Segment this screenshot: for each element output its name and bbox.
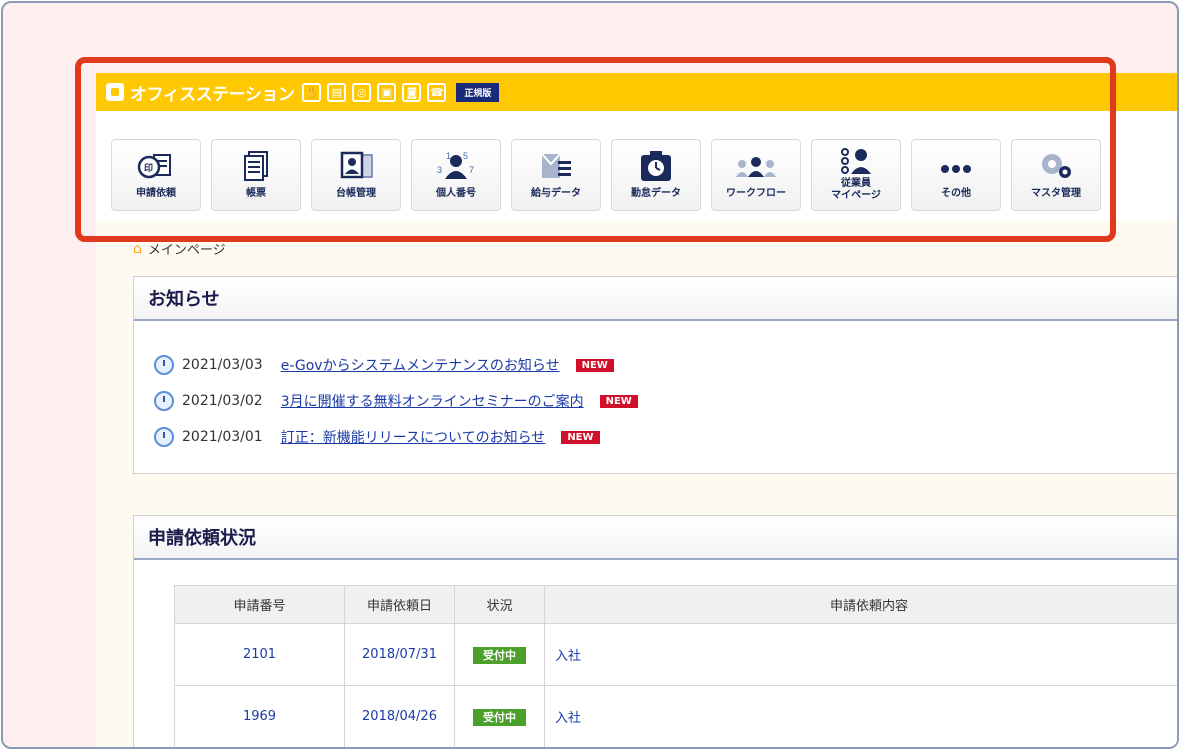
news-link[interactable]: 訂正：新機能リリースについてのお知らせ	[281, 427, 546, 447]
ledger-card-icon	[334, 148, 378, 186]
documents-icon	[234, 148, 278, 186]
news-date: 2021/03/02	[182, 393, 263, 409]
toolbar-button-label: 申請依頼	[136, 188, 176, 199]
toolbar-button-label: 個人番号	[436, 188, 476, 199]
request-date: 2018/04/26	[344, 685, 455, 747]
toolbar-button-label: 帳票	[246, 188, 266, 199]
column-header: 申請番号	[174, 585, 345, 624]
toolbar-button-label: その他	[941, 188, 971, 199]
calendar-icon[interactable]: ▤	[327, 82, 347, 102]
new-badge: NEW	[599, 394, 638, 408]
news-title: お知らせ	[134, 277, 1177, 321]
toolbar-button-payroll-data[interactable]: 給与データ	[511, 139, 601, 211]
version-badge: 正規版	[456, 82, 500, 102]
request-content: 入社	[544, 623, 1177, 686]
table-row[interactable]: 1969 2018/04/26 受付中 入社	[174, 685, 1177, 747]
payroll-mail-icon	[534, 148, 578, 186]
requests-panel: 申請依頼状況 申請番号 申請依頼日 状況 申請依頼内容 2101 2018/07…	[133, 515, 1177, 747]
toolbar-button-label: 給与データ	[531, 188, 581, 199]
clock-icon	[154, 427, 174, 447]
id-card-icon[interactable]: ◙	[402, 82, 422, 102]
svg-text:7: 7	[469, 165, 474, 175]
attendance-clock-icon	[634, 148, 678, 186]
toolbar-button-personal-number[interactable]: 1 5 3 7 個人番号	[411, 139, 501, 211]
request-number[interactable]: 1969	[174, 685, 345, 747]
table-row[interactable]: 2101 2018/07/31 受付中 入社	[174, 623, 1177, 686]
app-title: オフィスステーション	[130, 84, 295, 105]
status-cell: 受付中	[454, 623, 545, 686]
news-panel: お知らせ 2021/03/03 e-Govからシステムメンテナンスのお知らせ N…	[133, 276, 1177, 474]
gears-icon	[1034, 148, 1078, 186]
person-number-icon: 1 5 3 7	[434, 148, 478, 186]
document-stamp-icon[interactable]: ▣	[377, 82, 397, 102]
toolbar-button-forms[interactable]: 帳票	[211, 139, 301, 211]
workflow-people-icon	[734, 148, 778, 186]
new-badge: NEW	[575, 358, 614, 372]
toolbar-button-others[interactable]: その他	[911, 139, 1001, 211]
toolbar-button-workflow[interactable]: ワークフロー	[711, 139, 801, 211]
toolbar-button-label: 台帳管理	[336, 188, 376, 199]
phone-icon[interactable]: ☎	[427, 82, 447, 102]
employee-mypage-icon	[834, 146, 878, 176]
toolbar-button-master-settings[interactable]: マスタ管理	[1011, 139, 1101, 211]
status-badge: 受付中	[473, 708, 526, 726]
news-date: 2021/03/03	[182, 357, 263, 373]
request-content: 入社	[544, 685, 1177, 747]
column-header: 申請依頼日	[344, 585, 455, 624]
top-bar: オフィスステーション ✋ ▤ ◎ ▣ ◙ ☎ 正規版	[96, 73, 1177, 111]
news-item: 2021/03/02 3月に開催する無料オンラインセミナーのご案内 NEW	[154, 383, 1177, 419]
hand-icon[interactable]: ✋	[302, 82, 322, 102]
requests-title: 申請依頼状況	[134, 516, 1177, 560]
request-number[interactable]: 2101	[174, 623, 345, 686]
main-toolbar: 印 申請依頼 帳票 台帳管理 1 5 3 7 個人番号 給与データ 勤怠データ …	[96, 111, 1177, 221]
toolbar-button-label: 従業員 マイページ	[831, 178, 881, 201]
clock-icon	[154, 391, 174, 411]
svg-text:印: 印	[144, 162, 153, 173]
svg-text:5: 5	[463, 151, 468, 161]
news-list: 2021/03/03 e-Govからシステムメンテナンスのお知らせ NEW 20…	[134, 321, 1177, 455]
home-icon[interactable]: ⌂	[133, 241, 142, 257]
breadcrumb: ⌂ メインページ	[133, 239, 226, 259]
toolbar-button-label: ワークフロー	[726, 188, 786, 199]
toolbar-button-application-request[interactable]: 印 申請依頼	[111, 139, 201, 211]
coin-icon[interactable]: ◎	[352, 82, 372, 102]
toolbar-button-label: 勤怠データ	[631, 188, 681, 199]
more-dots-icon	[934, 148, 978, 186]
stamp-document-icon: 印	[134, 148, 178, 186]
column-header: 状況	[454, 585, 545, 624]
table-header-row: 申請番号 申請依頼日 状況 申請依頼内容	[174, 585, 1177, 624]
requests-table: 申請番号 申請依頼日 状況 申請依頼内容 2101 2018/07/31 受付中…	[174, 585, 1177, 747]
toolbar-button-employee-mypage[interactable]: 従業員 マイページ	[811, 139, 901, 211]
request-date: 2018/07/31	[344, 623, 455, 686]
clock-icon	[154, 355, 174, 375]
column-header: 申請依頼内容	[544, 585, 1177, 624]
toolbar-button-ledger[interactable]: 台帳管理	[311, 139, 401, 211]
app-logo-icon	[106, 83, 124, 101]
breadcrumb-label: メインページ	[147, 243, 226, 258]
svg-text:3: 3	[437, 165, 442, 175]
new-badge: NEW	[561, 430, 600, 444]
news-item: 2021/03/03 e-Govからシステムメンテナンスのお知らせ NEW	[154, 347, 1177, 383]
status-badge: 受付中	[473, 646, 526, 664]
toolbar-button-label: マスタ管理	[1031, 188, 1081, 199]
news-date: 2021/03/01	[182, 429, 263, 445]
news-link[interactable]: 3月に開催する無料オンラインセミナーのご案内	[281, 391, 584, 411]
toolbar-button-attendance-data[interactable]: 勤怠データ	[611, 139, 701, 211]
screenshot-frame: オフィスステーション ✋ ▤ ◎ ▣ ◙ ☎ 正規版 印 申請依頼 帳票 台帳管…	[1, 1, 1179, 749]
news-item: 2021/03/01 訂正：新機能リリースについてのお知らせ NEW	[154, 419, 1177, 455]
status-cell: 受付中	[454, 685, 545, 747]
news-link[interactable]: e-Govからシステムメンテナンスのお知らせ	[281, 355, 560, 375]
